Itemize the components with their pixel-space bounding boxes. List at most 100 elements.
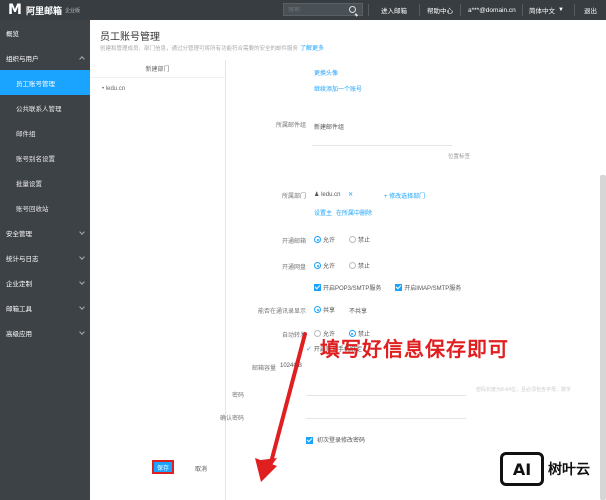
sidebar-item-mail-tools[interactable]: 邮箱工具 [0,295,90,320]
sidebar-item-org-users[interactable]: 组织与用户 [0,45,90,70]
sidebar-item-label: 高级应用 [6,330,32,338]
add-another-account-link[interactable]: 继续添加一个账号 [314,84,362,93]
page-description: 创建和管理成员、部门信息，通过分管理可将所有功能符合需要的安全的邮件服务 了解更多 [100,43,324,52]
sidebar-item-label: 组织与用户 [6,55,39,63]
chevron-up-icon [79,56,85,62]
mailbox-option-label: 开通邮箱 [281,239,306,245]
position-hint: 位置标签 [448,154,471,160]
share-option-group: 共享 不共享 [314,305,379,315]
edition-label: 企业版 [64,7,80,14]
description-text: 创建和管理成员、部门信息，通过分管理可将所有功能符合需要的安全的邮件服务 [100,46,299,52]
nav-enter-mailbox[interactable]: 进入邮箱 [381,0,407,20]
sidebar-item-stats-logs[interactable]: 统计与日志 [0,245,90,270]
department-root[interactable]: ledu.cn [106,86,125,92]
sidebar: 概览 组织与用户 员工账号管理 公共联系人管理 邮件组 账号别名设置 批量设置 … [0,20,90,500]
pop3-checkbox[interactable]: 开启POP3/SMTP服务 [314,283,381,292]
chevron-down-icon [79,279,85,285]
cancel-button[interactable]: 取消 [195,464,207,473]
chevron-down-icon [79,304,85,310]
sidebar-item-recycle-bin[interactable]: 账号回收站 [0,195,90,220]
checkbox-label: 开启IMAP/SMTP服务 [404,286,462,292]
sidebar-item-staff-accounts[interactable]: 员工账号管理 [0,70,90,95]
remove-from-dept-link[interactable]: 在所属中删除 [336,208,372,217]
set-primary-link[interactable]: 设置主 [314,208,332,217]
confirm-password-input[interactable] [306,405,466,419]
change-department-link[interactable]: + 修改选择部门 [384,191,425,200]
watermark: AI 树叶云 [500,452,590,486]
radio-label: 禁止 [357,238,370,244]
checkbox-checked-icon [314,284,321,291]
sidebar-item-label: 统计与日志 [6,255,39,263]
chevron-down-icon: ▼ [558,7,564,13]
sidebar-item-label: 概览 [6,30,19,38]
annotation-text: 填写好信息保存即可 [320,337,509,361]
imap-checkbox[interactable]: 开启IMAP/SMTP服务 [395,283,461,292]
radio-label: 禁止 [357,264,370,270]
department-panel: 新建部门 • ledu.cn [90,60,226,500]
page-title: 员工账号管理 [100,32,160,43]
checkbox-checked-icon [395,284,403,291]
disk-deny-radio[interactable]: 禁止 [348,261,370,270]
save-button[interactable]: 保存 [152,460,174,474]
sidebar-item-label: 邮箱工具 [6,305,32,313]
radio-checked-icon [314,262,321,269]
share-yes-radio[interactable]: 共享 [314,305,335,314]
nav-help-center[interactable]: 帮助中心 [427,0,453,20]
sidebar-item-label: 批量设置 [16,180,42,188]
nav-logout[interactable]: 退出 [584,0,597,20]
sidebar-item-advanced[interactable]: 高级应用 [0,320,90,345]
department-value: ledu.cn [321,192,341,198]
disk-allow-radio[interactable]: 允许 [314,261,335,270]
search-input[interactable] [284,6,344,13]
sidebar-item-label: 公共联系人管理 [16,105,62,113]
belong-group-value[interactable]: 新建邮件组 [314,122,344,131]
annotation-arrow-icon [255,332,307,482]
checkbox-label: 开启POP3/SMTP服务 [323,286,382,292]
sidebar-item-mail-groups[interactable]: 邮件组 [0,120,90,145]
radio-label: 不共享 [348,309,367,315]
sidebar-item-label: 安全管理 [6,230,32,238]
share-label: 能否在通讯录显示 [257,309,306,315]
sidebar-item-security[interactable]: 安全管理 [0,220,90,245]
logo[interactable]: M 阿里邮箱 企业版 [0,2,90,18]
sidebar-item-label: 账号回收站 [16,205,49,213]
confirm-password-label: 确认密码 [219,416,244,422]
sidebar-item-alias-settings[interactable]: 账号别名设置 [0,145,90,170]
disk-option-group: 允许 禁止 [314,261,382,271]
sidebar-item-overview[interactable]: 概览 [0,20,90,45]
department-chip[interactable]: ♟ ledu.cn ✕ [314,191,353,198]
radio-label: 允许 [323,264,336,270]
sidebar-item-customization[interactable]: 企业定制 [0,270,90,295]
nav-language[interactable]: 简体中文 ▼ [529,0,564,20]
chevron-down-icon [79,329,85,335]
sidebar-item-label: 企业定制 [6,280,32,288]
sidebar-item-batch-settings[interactable]: 批量设置 [0,170,90,195]
radio-checked-icon [314,306,321,313]
chevron-down-icon [79,254,85,260]
mailbox-allow-radio[interactable]: 允许 [314,235,335,244]
radio-label: 允许 [323,238,336,244]
radio-unchecked-icon [348,262,356,269]
mailbox-deny-radio[interactable]: 禁止 [348,235,370,244]
search-box[interactable] [283,3,363,16]
protocol-options: 开启POP3/SMTP服务 开启IMAP/SMTP服务 [314,283,473,293]
watermark-text: 树叶云 [548,462,590,478]
password-hint: 密码长度为8-64位，且必须包含字母、数字 [476,387,572,393]
password-input[interactable] [306,382,466,396]
share-no-radio[interactable]: 不共享 [349,306,367,315]
password-label: 密码 [231,393,244,399]
search-icon[interactable] [349,6,356,13]
nav-account[interactable]: a***@domain.cn [468,0,516,20]
close-icon[interactable]: ✕ [348,192,353,198]
new-department-button[interactable]: 新建部门 [90,60,225,78]
chevron-down-icon [79,229,85,235]
scrollbar[interactable] [600,175,606,500]
sidebar-item-label: 账号别名设置 [16,155,55,163]
belong-group-divider [312,132,452,146]
mailbox-option-group: 允许 禁止 [314,235,382,245]
learn-more-link[interactable]: 了解更多 [300,46,324,52]
radio-label: 共享 [323,308,336,314]
change-avatar-link[interactable]: 更换头像 [314,68,338,77]
sidebar-item-public-contacts[interactable]: 公共联系人管理 [0,95,90,120]
department-tree: • ledu.cn [90,78,225,92]
